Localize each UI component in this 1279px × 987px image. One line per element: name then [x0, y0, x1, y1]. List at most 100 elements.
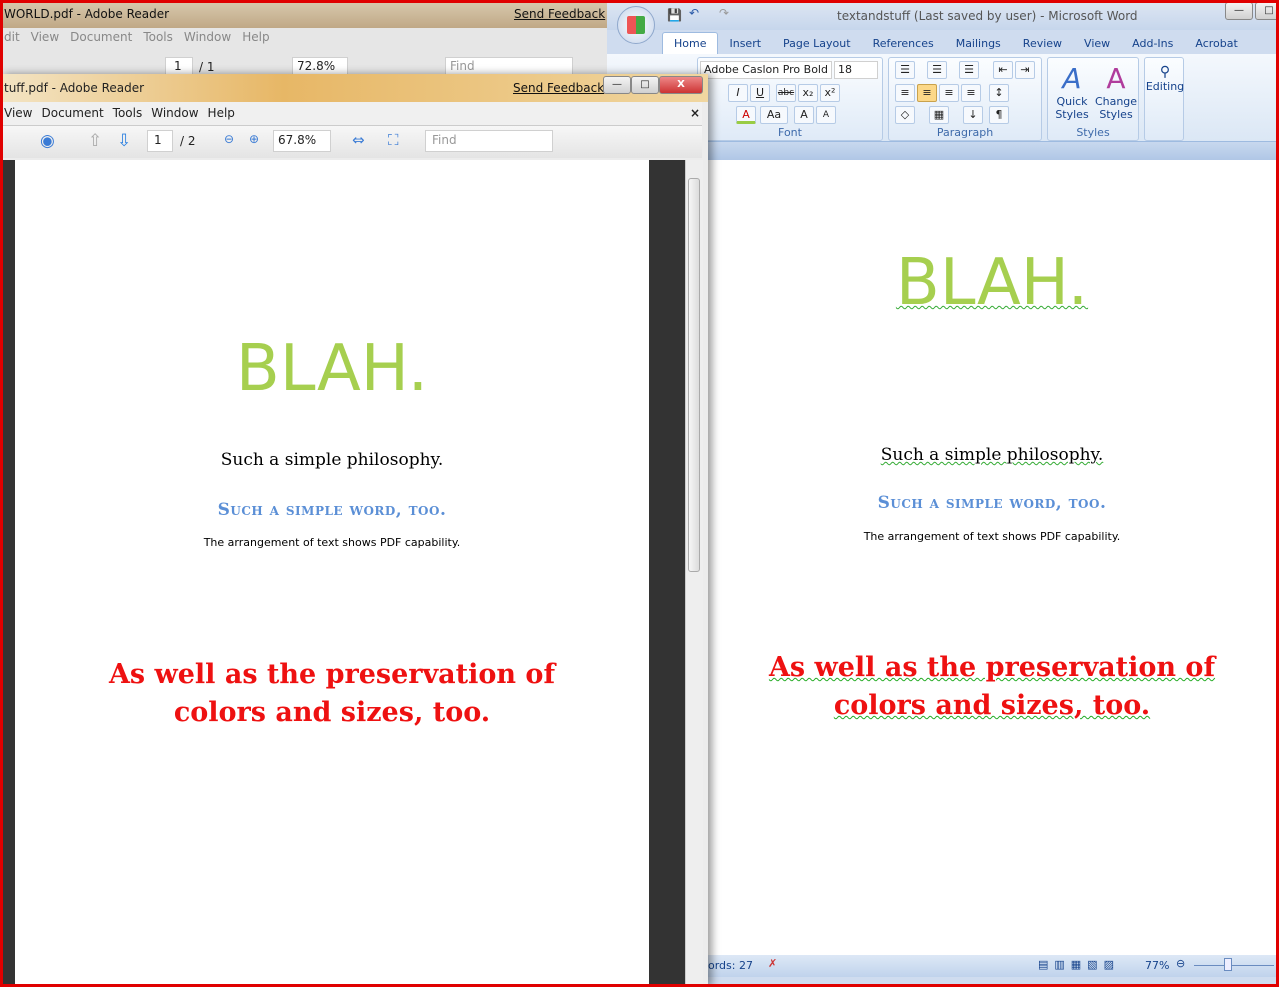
- doc-heading: BLAH.: [895, 246, 1089, 320]
- fit-width-icon[interactable]: ⇔: [352, 131, 365, 149]
- menu-tools[interactable]: Tools: [143, 30, 173, 44]
- next-page-icon[interactable]: ⇩: [117, 131, 131, 151]
- strikethrough-button[interactable]: abc: [776, 84, 796, 102]
- tab-mailings[interactable]: Mailings: [945, 33, 1012, 54]
- office-button[interactable]: [617, 6, 655, 44]
- tab-acrobat[interactable]: Acrobat: [1184, 33, 1248, 54]
- title-bar: WORLD.pdf - Adobe Reader Send Feedback: [0, 0, 610, 28]
- word-document-page[interactable]: BLAH. Such a simple philosophy. Such a s…: [708, 160, 1276, 955]
- doc-line-preservation: As well as the preservation of: [108, 659, 556, 690]
- doc-line-philosophy: Such a simple philosophy.: [220, 450, 444, 470]
- close-button[interactable]: X: [659, 76, 703, 94]
- font-group: Adobe Caslon Pro Bold 18 I U abc x₂ x² A…: [697, 57, 883, 141]
- send-feedback-link[interactable]: Send Feedback: [513, 81, 604, 95]
- grow-font-icon[interactable]: A: [794, 106, 814, 124]
- page-total: / 2: [180, 134, 196, 148]
- menu-view[interactable]: View: [4, 106, 32, 120]
- font-color-button[interactable]: A: [736, 106, 756, 124]
- minimize-button[interactable]: —: [1225, 2, 1253, 20]
- menu-view[interactable]: View: [31, 30, 59, 44]
- shrink-font-icon[interactable]: A: [816, 106, 836, 124]
- close-document-icon[interactable]: ×: [690, 106, 700, 120]
- line-spacing-icon[interactable]: ↕: [989, 84, 1009, 102]
- menu-document[interactable]: Document: [41, 106, 103, 120]
- zoom-in-icon[interactable]: ⊕: [249, 132, 259, 146]
- undo-icon[interactable]: ↶: [689, 6, 699, 20]
- font-size-select[interactable]: 18: [834, 61, 878, 79]
- menu-edit[interactable]: dit: [4, 30, 20, 44]
- view-buttons[interactable]: ▤▥▦▧▨: [1038, 958, 1120, 971]
- zoom-slider-thumb[interactable]: [1224, 958, 1232, 971]
- zoom-out-icon[interactable]: ⊖: [1176, 957, 1185, 970]
- word-count[interactable]: ords: 27: [708, 959, 753, 972]
- superscript-button[interactable]: x²: [820, 84, 840, 102]
- underline-button[interactable]: U: [750, 84, 770, 102]
- multilevel-list-icon[interactable]: ☰: [959, 61, 979, 79]
- change-case-button[interactable]: Aa: [760, 106, 788, 124]
- borders-icon[interactable]: ▦: [929, 106, 949, 124]
- font-name-select[interactable]: Adobe Caslon Pro Bold: [700, 61, 832, 79]
- fit-page-icon[interactable]: ⛶: [388, 131, 399, 149]
- tab-home[interactable]: Home: [662, 32, 719, 54]
- increase-indent-icon[interactable]: ⇥: [1015, 61, 1035, 79]
- menu-help[interactable]: Help: [208, 106, 235, 120]
- minimize-button[interactable]: —: [603, 76, 631, 94]
- title-bar: tuff.pdf - Adobe Reader Send Feedback — …: [0, 74, 708, 102]
- redo-icon[interactable]: ↷: [719, 6, 729, 20]
- show-formatting-icon[interactable]: ¶: [989, 106, 1009, 124]
- menu-help[interactable]: Help: [242, 30, 269, 44]
- menu-window[interactable]: Window: [151, 106, 198, 120]
- vertical-scrollbar[interactable]: [685, 160, 703, 987]
- doc-line-arrangement: The arrangement of text shows PDF capabi…: [863, 530, 1121, 543]
- page-number-input[interactable]: 1: [147, 130, 173, 152]
- align-right-icon[interactable]: ≡: [939, 84, 959, 102]
- window-title: WORLD.pdf - Adobe Reader: [4, 7, 170, 21]
- menu-tools[interactable]: Tools: [113, 106, 143, 120]
- tab-references[interactable]: References: [862, 33, 945, 54]
- zoom-select[interactable]: 67.8%: [273, 130, 331, 152]
- tab-page-layout[interactable]: Page Layout: [772, 33, 862, 54]
- bullets-icon[interactable]: ☰: [895, 61, 915, 79]
- subscript-button[interactable]: x₂: [798, 84, 818, 102]
- doc-line-word: Such a simple word, too.: [877, 493, 1107, 513]
- zoom-out-icon[interactable]: ⊖: [224, 132, 234, 146]
- page-number-input[interactable]: 1: [165, 57, 193, 75]
- pdf-page[interactable]: BLAH. Such a simple philosophy. Such a s…: [15, 160, 649, 987]
- editing-button[interactable]: ⚲ Editing: [1145, 64, 1185, 93]
- zoom-select[interactable]: 72.8%: [292, 57, 348, 75]
- italic-button[interactable]: I: [728, 84, 748, 102]
- find-input[interactable]: Find: [425, 130, 553, 152]
- menu-bar: View Document Tools Window Help ×: [0, 102, 702, 126]
- zoom-level[interactable]: 77%: [1145, 959, 1169, 972]
- back-adobe-window: WORLD.pdf - Adobe Reader Send Feedback d…: [0, 0, 610, 80]
- quick-styles-button[interactable]: A Quick Styles: [1052, 62, 1092, 121]
- align-left-icon[interactable]: ≡: [895, 84, 915, 102]
- find-input[interactable]: Find: [445, 57, 573, 75]
- align-center-icon[interactable]: ≡: [917, 84, 937, 102]
- collaborate-icon[interactable]: ◉: [40, 131, 55, 151]
- justify-icon[interactable]: ≡: [961, 84, 981, 102]
- numbering-icon[interactable]: ☰: [927, 61, 947, 79]
- maximize-button[interactable]: □: [631, 76, 659, 94]
- quick-styles-icon: A: [1062, 62, 1082, 95]
- sort-icon[interactable]: ↓: [963, 106, 983, 124]
- proofing-error-icon[interactable]: ✗: [768, 957, 777, 970]
- tab-add-ins[interactable]: Add-Ins: [1121, 33, 1184, 54]
- previous-page-icon[interactable]: ⇧: [88, 131, 102, 151]
- decrease-indent-icon[interactable]: ⇤: [993, 61, 1013, 79]
- document-area: BLAH. Such a simple philosophy. Such a s…: [0, 160, 685, 987]
- menu-document[interactable]: Document: [70, 30, 132, 44]
- toolbar: ◉ ⇧ ⇩ 1 / 2 ⊖ ⊕ 67.8% ⇔ ⛶ Find: [0, 126, 702, 158]
- shading-icon[interactable]: ◇: [895, 106, 915, 124]
- tab-view[interactable]: View: [1073, 33, 1121, 54]
- change-styles-button[interactable]: A Change Styles: [1094, 62, 1138, 121]
- maximize-button[interactable]: □: [1255, 2, 1279, 20]
- tab-review[interactable]: Review: [1012, 33, 1073, 54]
- send-feedback-link[interactable]: Send Feedback: [514, 7, 605, 21]
- save-icon[interactable]: 💾: [667, 8, 682, 22]
- window-title: tuff.pdf - Adobe Reader: [4, 81, 145, 95]
- zoom-slider[interactable]: [1194, 965, 1274, 966]
- tab-insert[interactable]: Insert: [718, 33, 772, 54]
- scrollbar-thumb[interactable]: [688, 178, 700, 572]
- menu-window[interactable]: Window: [184, 30, 231, 44]
